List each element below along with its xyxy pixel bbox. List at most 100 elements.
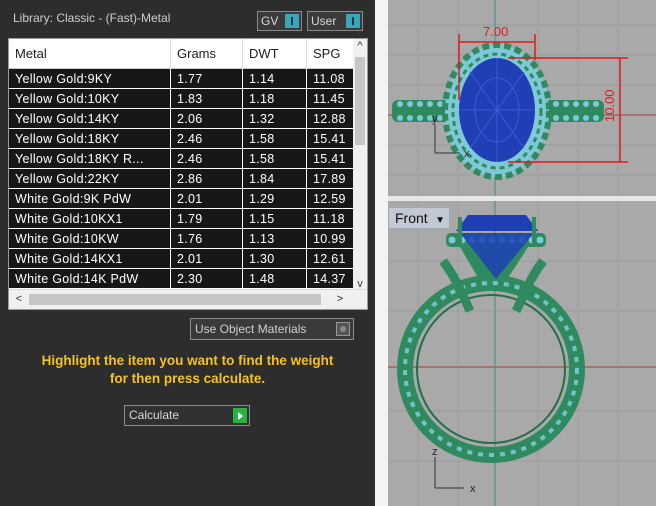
cell-grams: 2.01 — [171, 249, 243, 269]
cell-grams: 2.06 — [171, 109, 243, 129]
cell-metal: Yellow Gold:9KY — [9, 69, 171, 89]
weight-calculator-panel: Library: Classic - (Fast)-Metal GV User … — [0, 0, 375, 506]
cell-grams: 2.46 — [171, 129, 243, 149]
top-view-drawing: 7.00 10.00 y x — [388, 0, 656, 196]
instruction-line-1: Highlight the item you want to find the … — [41, 353, 334, 368]
radio-icon[interactable] — [336, 322, 350, 336]
table-row[interactable]: White Gold:10KW 1.76 1.13 10.99 — [9, 229, 355, 249]
cell-dwt: 1.58 — [243, 129, 307, 149]
viewport-name-dropdown[interactable]: Front ▼ — [388, 207, 450, 229]
instruction-line-2: for then press calculate. — [109, 371, 266, 386]
scroll-left-icon[interactable]: < — [12, 293, 26, 305]
cell-grams: 2.46 — [171, 149, 243, 169]
axis-x-label: x — [464, 148, 470, 160]
cell-spg: 14.37 — [307, 269, 355, 289]
cell-spg: 15.41 — [307, 129, 355, 149]
cell-metal: Yellow Gold:18KY — [9, 129, 171, 149]
table-row[interactable]: White Gold:9K PdW 2.01 1.29 12.59 — [9, 189, 355, 209]
column-header-spg[interactable]: SPG — [307, 39, 355, 69]
cell-dwt: 1.18 — [243, 89, 307, 109]
table-row[interactable]: Yellow Gold:10KY 1.83 1.18 11.45 — [9, 89, 355, 109]
table-row[interactable]: Yellow Gold:14KY 2.06 1.32 12.88 — [9, 109, 355, 129]
column-header-dwt[interactable]: DWT — [243, 39, 307, 69]
cell-metal: Yellow Gold:14KY — [9, 109, 171, 129]
horizontal-scrollbar[interactable]: < > — [9, 289, 367, 309]
cell-dwt: 1.15 — [243, 209, 307, 229]
use-object-materials-option[interactable]: Use Object Materials — [190, 318, 354, 340]
viewport-name-label: Front — [395, 210, 428, 226]
cell-grams: 1.76 — [171, 229, 243, 249]
cell-spg: 11.45 — [307, 89, 355, 109]
cell-dwt: 1.30 — [243, 249, 307, 269]
cell-spg: 10.99 — [307, 229, 355, 249]
table-row[interactable]: White Gold:10KX1 1.79 1.15 11.18 — [9, 209, 355, 229]
cell-metal: White Gold:14KX1 — [9, 249, 171, 269]
column-header-metal[interactable]: Metal — [9, 39, 171, 69]
axis-y-label: y — [432, 113, 438, 125]
table-row[interactable]: Yellow Gold:18KY 2.46 1.58 15.41 — [9, 129, 355, 149]
calculate-button[interactable]: Calculate — [124, 405, 250, 426]
user-toggle[interactable]: User — [307, 11, 363, 31]
scroll-up-icon[interactable]: ^ — [353, 40, 367, 52]
vertical-scroll-thumb[interactable] — [355, 57, 365, 145]
user-toggle-label: User — [311, 14, 337, 28]
column-header-grams[interactable]: Grams — [171, 39, 243, 69]
cell-metal: Yellow Gold:22KY — [9, 169, 171, 189]
cell-spg: 12.59 — [307, 189, 355, 209]
metal-table: Metal Grams DWT SPG Yellow Gold:9KY 1.77… — [8, 38, 368, 310]
width-dimension-label: 7.00 — [483, 24, 508, 39]
horizontal-scroll-thumb[interactable] — [29, 294, 321, 305]
library-title: Library: Classic - (Fast)-Metal — [13, 11, 171, 25]
cell-metal: White Gold:9K PdW — [9, 189, 171, 209]
table-row[interactable]: White Gold:14KX1 2.01 1.30 12.61 — [9, 249, 355, 269]
cell-grams: 1.83 — [171, 89, 243, 109]
cell-grams: 1.77 — [171, 69, 243, 89]
cell-grams: 1.79 — [171, 209, 243, 229]
cell-dwt: 1.14 — [243, 69, 307, 89]
cell-dwt: 1.84 — [243, 169, 307, 189]
front-viewport[interactable]: z x Front ▼ — [388, 201, 656, 506]
vertical-scrollbar[interactable]: ^ v — [353, 39, 367, 291]
cell-spg: 12.61 — [307, 249, 355, 269]
axis-z-label: z — [432, 446, 438, 458]
cell-grams: 2.30 — [171, 269, 243, 289]
cell-dwt: 1.32 — [243, 109, 307, 129]
cell-metal: Yellow Gold:10KY — [9, 89, 171, 109]
use-object-materials-label: Use Object Materials — [195, 322, 307, 336]
cell-metal: White Gold:10KW — [9, 229, 171, 249]
cell-dwt: 1.58 — [243, 149, 307, 169]
gv-toggle[interactable]: GV — [257, 11, 302, 31]
height-dimension-label: 10.00 — [602, 89, 617, 122]
toggle-switch-icon — [285, 14, 299, 28]
table-body: Yellow Gold:9KY 1.77 1.14 11.08 Yellow G… — [9, 69, 355, 289]
table-row[interactable]: Yellow Gold:22KY 2.86 1.84 17.89 — [9, 169, 355, 189]
cell-grams: 2.01 — [171, 189, 243, 209]
cell-dwt: 1.29 — [243, 189, 307, 209]
chevron-down-icon[interactable]: ▼ — [435, 211, 445, 231]
table-row[interactable]: White Gold:14K PdW 2.30 1.48 14.37 — [9, 269, 355, 289]
table-row[interactable]: Yellow Gold:18KY R... 2.46 1.58 15.41 — [9, 149, 355, 169]
cell-spg: 15.41 — [307, 149, 355, 169]
cell-metal: White Gold:14K PdW — [9, 269, 171, 289]
cell-grams: 2.86 — [171, 169, 243, 189]
cell-metal: White Gold:10KX1 — [9, 209, 171, 229]
axis-x-label: x — [470, 483, 476, 495]
cell-spg: 12.88 — [307, 109, 355, 129]
cell-metal: Yellow Gold:18KY R... — [9, 149, 171, 169]
calculate-label: Calculate — [129, 408, 180, 422]
table-header: Metal Grams DWT SPG — [9, 39, 355, 69]
top-viewport[interactable]: 7.00 10.00 y x — [388, 0, 656, 196]
front-view-drawing: z x — [388, 201, 656, 506]
cell-spg: 11.08 — [307, 69, 355, 89]
instruction-text: Highlight the item you want to find the … — [10, 352, 365, 388]
scroll-right-icon[interactable]: > — [333, 293, 347, 305]
cell-dwt: 1.13 — [243, 229, 307, 249]
panel-divider[interactable] — [375, 0, 388, 506]
play-icon[interactable] — [233, 408, 247, 423]
cell-spg: 11.18 — [307, 209, 355, 229]
cell-dwt: 1.48 — [243, 269, 307, 289]
gv-toggle-label: GV — [261, 14, 279, 28]
table-row[interactable]: Yellow Gold:9KY 1.77 1.14 11.08 — [9, 69, 355, 89]
center-stone-side — [456, 215, 538, 231]
toggle-switch-icon — [346, 14, 360, 28]
